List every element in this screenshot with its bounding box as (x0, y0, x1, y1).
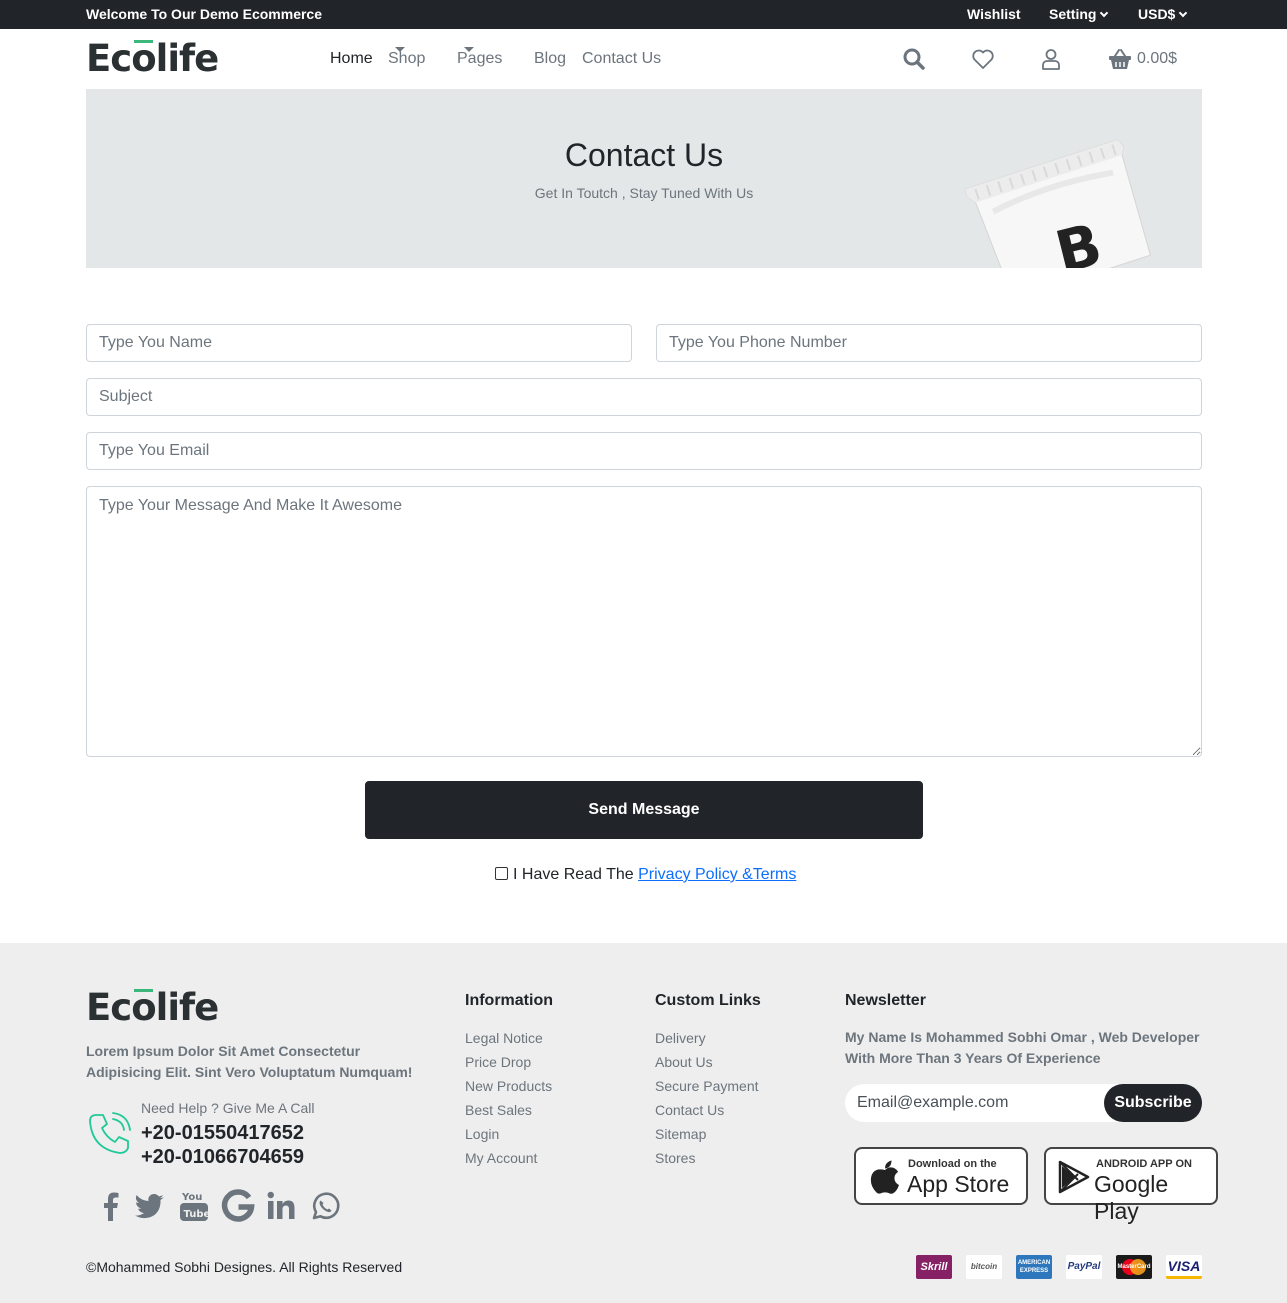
newsletter-email-input[interactable] (857, 1084, 1097, 1122)
setting-label: Setting (1049, 6, 1097, 22)
play-store-icon (1058, 1160, 1090, 1194)
paypal-logo: PayPal (1066, 1255, 1102, 1279)
footer-link-legal-notice[interactable]: Legal Notice (465, 1030, 552, 1054)
message-textarea[interactable] (86, 486, 1202, 757)
nav-blog[interactable]: Blog (534, 50, 566, 68)
phone-number-1[interactable]: +20-01550417652 (141, 1122, 304, 1145)
email-input[interactable] (86, 432, 1202, 470)
user-icon[interactable] (1039, 47, 1063, 71)
footer-link-contact-us[interactable]: Contact Us (655, 1102, 759, 1126)
caret-down-icon (395, 47, 405, 52)
welcome-text: Welcome To Our Demo Ecommerce (86, 6, 322, 22)
mastercard-text: MasterCard (1117, 1264, 1151, 1270)
footer-link-new-products[interactable]: New Products (465, 1078, 552, 1102)
phone-number-2[interactable]: +20-01066704659 (141, 1146, 304, 1169)
currency-dropdown[interactable]: USD$ (1138, 6, 1188, 22)
phone-call-icon (89, 1112, 131, 1154)
svg-text:Tube: Tube (184, 1209, 211, 1220)
amex-logo: AMERICAN EXPRESS (1016, 1255, 1052, 1279)
top-bar: Welcome To Our Demo Ecommerce Wishlist S… (0, 0, 1287, 29)
footer-link-login[interactable]: Login (465, 1126, 552, 1150)
chevron-down-icon (1179, 8, 1188, 18)
help-text: Need Help ? Give Me A Call (141, 1100, 315, 1116)
nav-home[interactable]: Home (330, 50, 373, 68)
newsletter-text: My Name Is Mohammed Sobhi Omar , Web Dev… (845, 1029, 1200, 1066)
footer-link-delivery[interactable]: Delivery (655, 1030, 759, 1054)
caret-down-icon (464, 47, 474, 52)
site-footer: Ecolife Lorem Ipsum Dolor Sit Amet Conse… (0, 943, 1287, 1303)
header-logo[interactable]: Ecolife (86, 37, 219, 80)
copyright-text: ©Mohammed Sobhi Designes. All Rights Res… (86, 1259, 403, 1275)
whatsapp-icon[interactable] (308, 1189, 342, 1223)
information-links: Legal Notice Price Drop New Products Bes… (465, 1030, 552, 1174)
privacy-policy-link[interactable]: Privacy Policy &Terms (638, 866, 796, 883)
information-heading: Information (465, 992, 553, 1009)
agree-checkbox[interactable] (495, 867, 508, 880)
phone-input[interactable] (656, 324, 1202, 362)
page-hero-banner: Contact Us Get In Toutch , Stay Tuned Wi… (86, 89, 1202, 268)
agree-text: I Have Read The (513, 866, 639, 883)
facebook-icon[interactable] (94, 1189, 128, 1223)
footer-link-secure-payment[interactable]: Secure Payment (655, 1078, 759, 1102)
footer-link-stores[interactable]: Stores (655, 1150, 759, 1174)
privacy-agreement: I Have Read The Privacy Policy &Terms (495, 866, 796, 884)
heart-icon[interactable] (971, 47, 995, 71)
custom-links-heading: Custom Links (655, 992, 761, 1009)
footer-link-sitemap[interactable]: Sitemap (655, 1126, 759, 1150)
svg-text:You: You (181, 1192, 202, 1203)
nav-contact[interactable]: Contact Us (582, 50, 661, 68)
nav-shop-label: Shop (388, 50, 426, 67)
apple-icon (870, 1160, 899, 1194)
visa-logo: VISA (1166, 1255, 1202, 1279)
footer-description: Lorem Ipsum Dolor Sit Amet Consectetur A… (86, 1043, 413, 1080)
mastercard-logo: MasterCard (1116, 1255, 1152, 1279)
youtube-icon[interactable]: You Tube (177, 1189, 211, 1223)
setting-dropdown[interactable]: Setting (1049, 6, 1109, 22)
footer-link-my-account[interactable]: My Account (465, 1150, 552, 1174)
currency-label: USD$ (1138, 6, 1176, 22)
skrill-logo: Skrill (916, 1255, 952, 1279)
google-play-big-text: Google Play (1094, 1171, 1169, 1224)
google-icon[interactable] (221, 1189, 255, 1223)
wishlist-link[interactable]: Wishlist (967, 6, 1021, 22)
linkedin-icon[interactable] (264, 1189, 298, 1223)
logo-text: Ecolife (86, 37, 219, 80)
footer-link-best-sales[interactable]: Best Sales (465, 1102, 552, 1126)
app-store-small-text: Download on the (908, 1158, 997, 1170)
send-message-button[interactable]: Send Message (365, 781, 923, 839)
subject-input[interactable] (86, 378, 1202, 416)
search-icon[interactable] (902, 47, 926, 71)
newsletter-form: Subscribe (845, 1084, 1202, 1122)
app-store-big-text: App Store (907, 1171, 1010, 1197)
bitcoin-logo: bitcoin (966, 1255, 1002, 1279)
chevron-down-icon (1100, 8, 1109, 18)
google-play-small-text: ANDROID APP ON (1096, 1158, 1192, 1170)
footer-link-price-drop[interactable]: Price Drop (465, 1054, 552, 1078)
footer-link-about-us[interactable]: About Us (655, 1054, 759, 1078)
cart-amount[interactable]: 0.00$ (1137, 50, 1177, 68)
footer-logo[interactable]: Ecolife (86, 986, 219, 1029)
google-play-badge[interactable]: ANDROID APP ON Google Play (1044, 1147, 1218, 1224)
logo-text: Ecolife (86, 986, 219, 1029)
twitter-icon[interactable] (133, 1189, 167, 1223)
app-store-badge[interactable]: Download on the App Store (854, 1147, 1028, 1205)
nav-pages-label: Pages (457, 50, 503, 67)
basket-icon[interactable] (1108, 47, 1132, 71)
subscribe-button[interactable]: Subscribe (1104, 1084, 1202, 1122)
newsletter-heading: Newsletter (845, 992, 926, 1009)
name-input[interactable] (86, 324, 632, 362)
custom-links: Delivery About Us Secure Payment Contact… (655, 1030, 759, 1174)
product-package-image: B (964, 139, 1152, 268)
